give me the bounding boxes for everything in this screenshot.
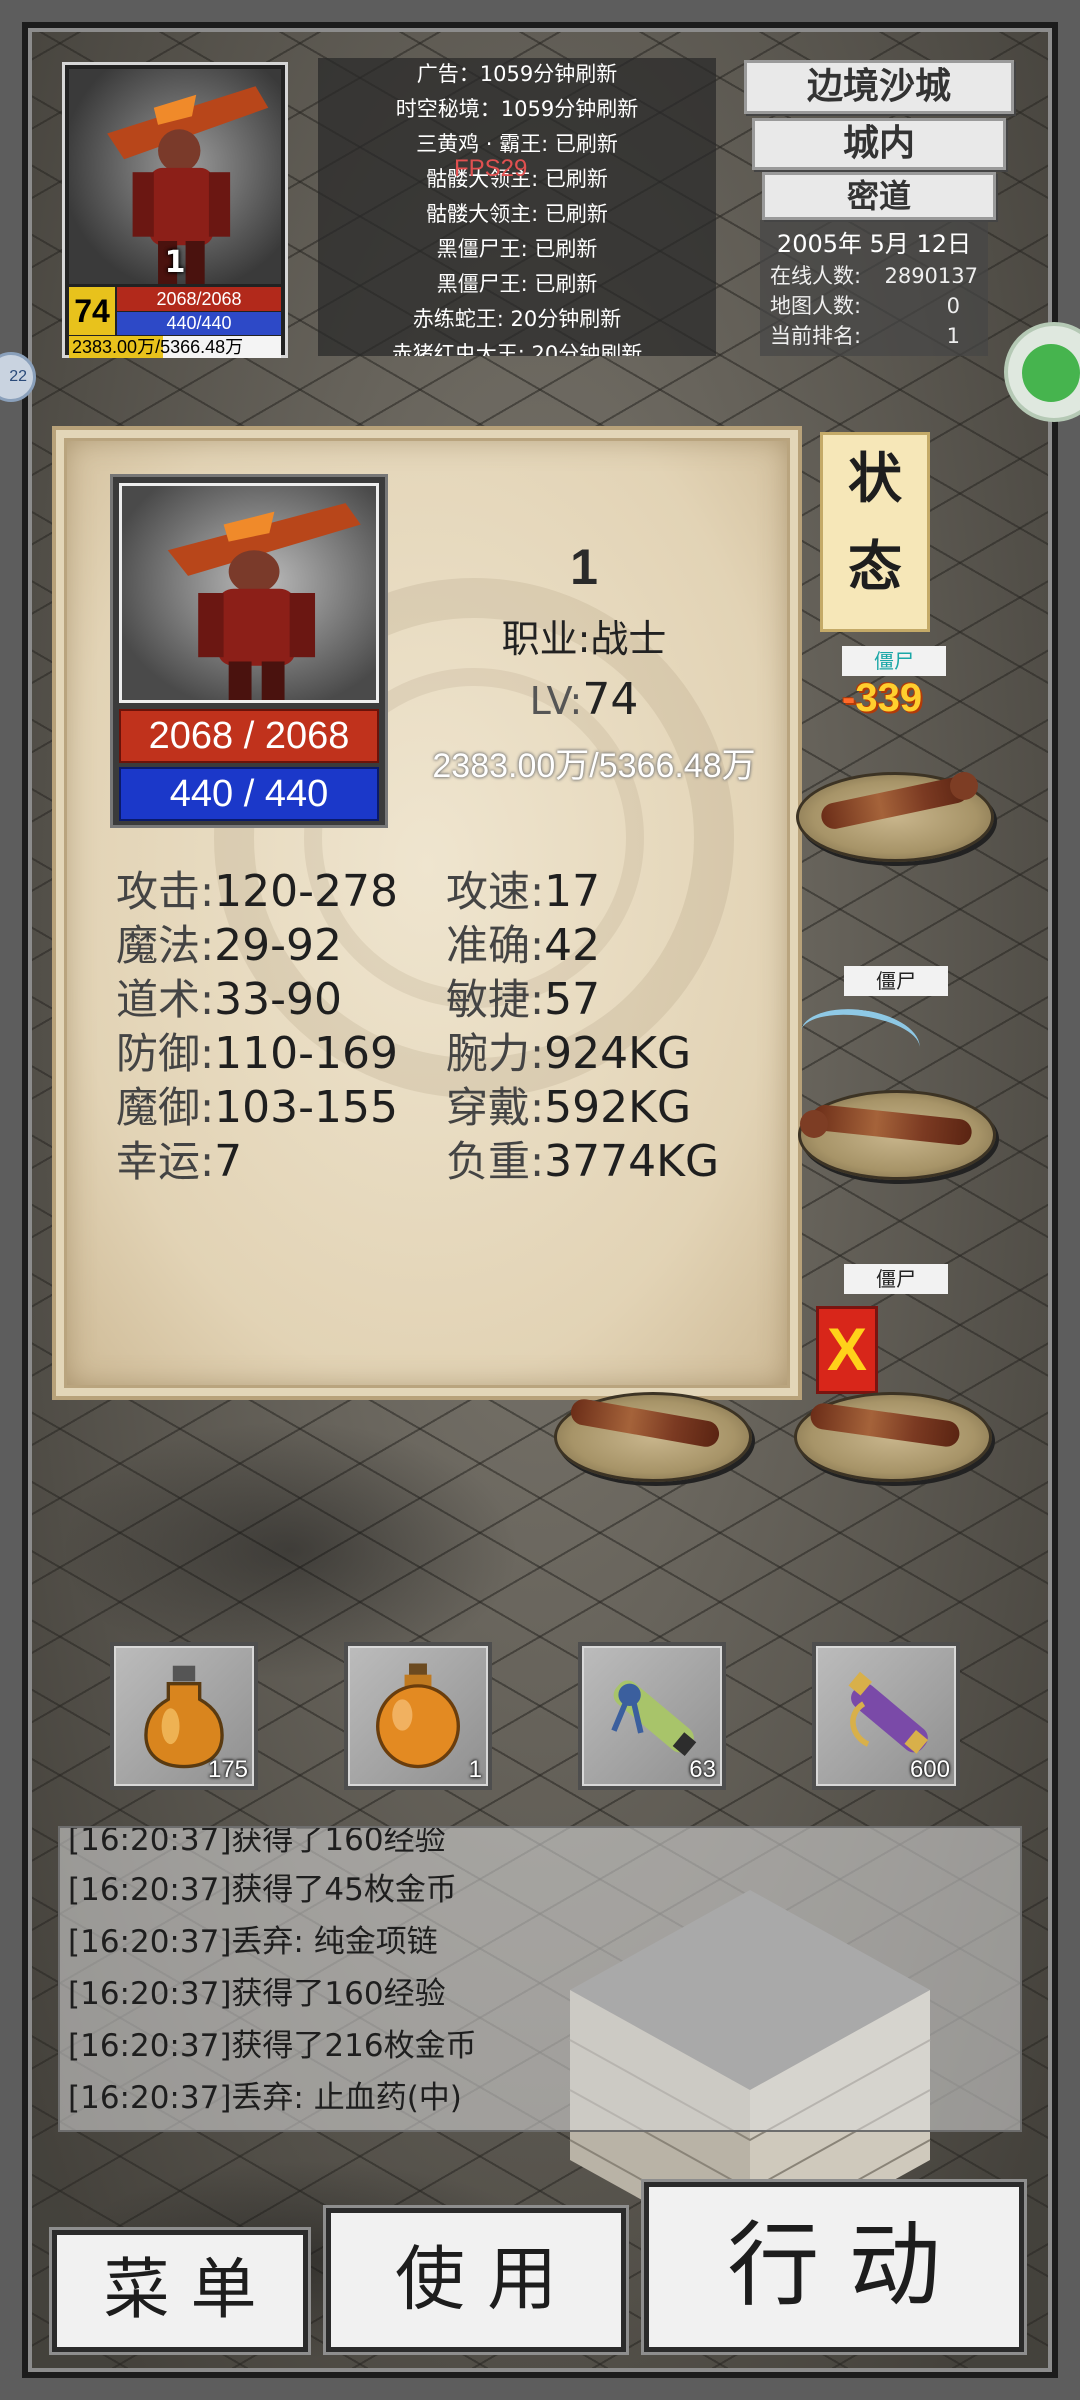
stat-attack: 攻击:120-278 xyxy=(116,866,398,917)
character-portrait: 2068 / 2068 440 / 440 xyxy=(110,474,388,828)
boss-timer-line: 赤练蛇王: 20分钟刷新 xyxy=(412,307,622,331)
hp-bar: 2068/2068 xyxy=(117,287,281,311)
monster-name-tag: 僵尸 xyxy=(844,1264,948,1294)
level-label: LV: xyxy=(529,679,583,723)
item-slot-green-scroll[interactable]: 63 xyxy=(578,1642,726,1790)
stat-magic: 魔法:29-92 xyxy=(116,920,343,971)
zombie-head xyxy=(950,772,978,800)
stat-accuracy: 准确:42 xyxy=(446,920,601,971)
item-count: 600 xyxy=(909,1756,950,1783)
boss-timer-line: 黑僵尸王: 已刷新 xyxy=(436,272,598,296)
item-slot-sun-potion[interactable]: 175 xyxy=(110,1642,258,1790)
boss-timer-line: 黑僵尸王: 已刷新 xyxy=(436,237,598,261)
level-value: 74 xyxy=(582,674,639,725)
floor-shadow xyxy=(60,1420,520,1680)
stat-luck: 幸运:7 xyxy=(116,1136,243,1187)
online-value: 2890137 xyxy=(884,264,978,288)
rank-value: 1 xyxy=(946,324,960,348)
character-name: 1 xyxy=(570,539,598,595)
map-count-value: 0 xyxy=(946,294,960,318)
use-button[interactable]: 使 用 xyxy=(326,2208,626,2352)
player-portrait[interactable]: 1 74 2068/2068 440/440 2383.00万/5366.48万 xyxy=(62,62,288,358)
menu-button[interactable]: 菜 单 xyxy=(52,2230,308,2352)
action-button[interactable]: 行 动 xyxy=(644,2182,1024,2352)
stat-defense: 防御:110-169 xyxy=(116,1028,398,1079)
game-date: 2005年 5月 12日 xyxy=(776,230,972,258)
message-log[interactable]: [16:20:37]获得了160经验 [16:20:37]获得了45枚金币 [1… xyxy=(58,1826,1022,2132)
fps-counter: FPS29 xyxy=(454,155,528,182)
mp-bar: 440/440 xyxy=(117,312,281,335)
stat-wear-weight: 穿戴:592KG xyxy=(446,1082,692,1133)
boss-timer-line: 骷髅大领主: 已刷新 xyxy=(426,202,608,226)
rank-label: 当前排名: xyxy=(770,324,862,348)
exp-bar: 2383.00万/5366.48万 xyxy=(69,336,281,358)
stat-carry-weight: 负重:3774KG xyxy=(446,1136,720,1187)
monster-name-tag: 僵尸 xyxy=(844,966,948,996)
character-level: LV:74 xyxy=(424,674,744,725)
region-button[interactable]: 边境沙城 xyxy=(744,60,1014,114)
boss-timer-line: 广告：1059分钟刷新 xyxy=(416,62,618,86)
stat-strength: 腕力:924KG xyxy=(446,1028,692,1079)
log-line: [16:20:37]丢弃: 纯金项链 xyxy=(68,1924,438,1960)
stat-attack-speed: 攻速:17 xyxy=(446,866,601,917)
area-button[interactable]: 城内 xyxy=(752,118,1006,170)
item-count: 63 xyxy=(689,1756,716,1783)
status-button[interactable]: 状态 xyxy=(820,432,930,632)
exp-max: /5366.48万 xyxy=(155,337,244,357)
player-level-badge: 74 xyxy=(69,287,115,335)
log-line: [16:20:37]丢弃: 止血药(中) xyxy=(68,2080,462,2116)
warrior-avatar xyxy=(119,483,379,703)
stat-taoism: 道术:33-90 xyxy=(116,974,343,1025)
zombie-head xyxy=(800,1110,828,1138)
item-count: 1 xyxy=(468,1756,482,1783)
online-label: 在线人数: xyxy=(770,264,862,288)
sub-area-button[interactable]: 密道 xyxy=(762,172,996,220)
mp-value-big: 440 / 440 xyxy=(119,767,379,821)
exp-current: 2383.00万 xyxy=(72,337,156,357)
character-status-panel: 2068 / 2068 440 / 440 1 职业:战士 LV:74 2383… xyxy=(56,430,798,1396)
stat-magic-defense: 魔御:103-155 xyxy=(116,1082,398,1133)
log-line: [16:20:37]获得了216枚金币 xyxy=(68,2028,477,2064)
item-count: 175 xyxy=(207,1756,248,1783)
boss-timer-line: 时空秘境：1059分钟刷新 xyxy=(395,97,639,121)
damage-number: -339 xyxy=(842,676,923,720)
player-name: 1 xyxy=(164,245,186,280)
map-info-panel: 2005年 5月 12日 在线人数: 2890137 地图人数: 0 当前排名: 1 xyxy=(760,220,988,356)
log-line: [16:20:37]获得了160经验 xyxy=(68,1826,446,1858)
close-target-button[interactable]: X xyxy=(816,1306,878,1394)
round-potion-icon xyxy=(376,1663,460,1769)
monster-name-tag: 僵尸 xyxy=(842,646,946,676)
boss-timer-line: 赤猪红虫大王: 20分钟刷新 xyxy=(391,342,643,356)
log-line: [16:20:37]获得了160经验 xyxy=(68,1976,446,2012)
boss-refresh-list: 广告：1059分钟刷新 时空秘境：1059分钟刷新 三黄鸡 · 霸王: 已刷新 … xyxy=(318,58,716,356)
log-line: [16:20:37]获得了45枚金币 xyxy=(68,1872,457,1908)
map-count-label: 地图人数: xyxy=(770,294,862,318)
hp-value-big: 2068 / 2068 xyxy=(119,709,379,763)
item-slot-large-potion[interactable]: 1 xyxy=(344,1642,492,1790)
item-slot-purple-scroll[interactable]: 600 xyxy=(812,1642,960,1790)
character-class: 职业:战士 xyxy=(501,617,667,661)
character-exp: 2383.00万/5366.48万 xyxy=(432,747,756,785)
stat-agility: 敏捷:57 xyxy=(446,974,601,1025)
